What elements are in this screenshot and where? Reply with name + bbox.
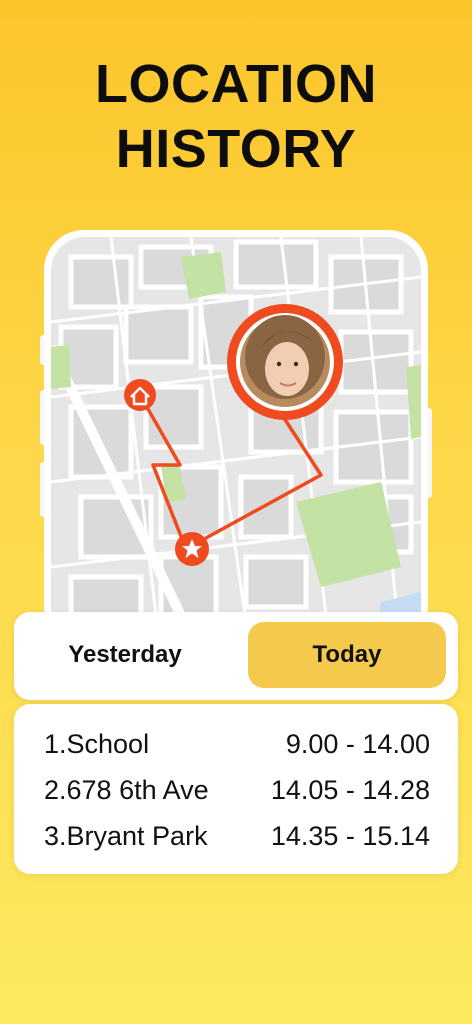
list-item[interactable]: 1.School 9.00 - 14.00 xyxy=(44,724,430,764)
title-line-2: HISTORY xyxy=(115,119,357,179)
tab-yesterday[interactable]: Yesterday xyxy=(26,622,224,688)
avatar xyxy=(245,315,325,399)
date-tabs: Yesterday Today xyxy=(14,612,458,700)
star-icon[interactable] xyxy=(175,532,209,566)
list-item[interactable]: 3.Bryant Park 14.35 - 15.14 xyxy=(44,816,430,856)
map-view[interactable] xyxy=(51,237,421,650)
time-range: 14.35 - 15.14 xyxy=(270,820,430,851)
page-title: LOCATION HISTORY xyxy=(0,52,472,182)
time-range: 9.00 - 14.00 xyxy=(285,728,430,759)
map-svg[interactable] xyxy=(51,237,421,650)
list-item[interactable]: 2.678 6th Ave 14.05 - 14.28 xyxy=(44,770,430,810)
phone-frame xyxy=(44,230,428,650)
place-label: 2.678 6th Ave xyxy=(44,774,209,805)
place-label: 3.Bryant Park xyxy=(44,820,208,851)
home-icon[interactable] xyxy=(124,379,156,411)
history-list: 1.School 9.00 - 14.00 2.678 6th Ave 14.0… xyxy=(14,704,458,874)
time-range: 14.05 - 14.28 xyxy=(270,774,430,805)
tab-today[interactable]: Today xyxy=(248,622,446,688)
title-line-1: LOCATION xyxy=(95,54,377,114)
place-label: 1.School xyxy=(44,728,150,759)
